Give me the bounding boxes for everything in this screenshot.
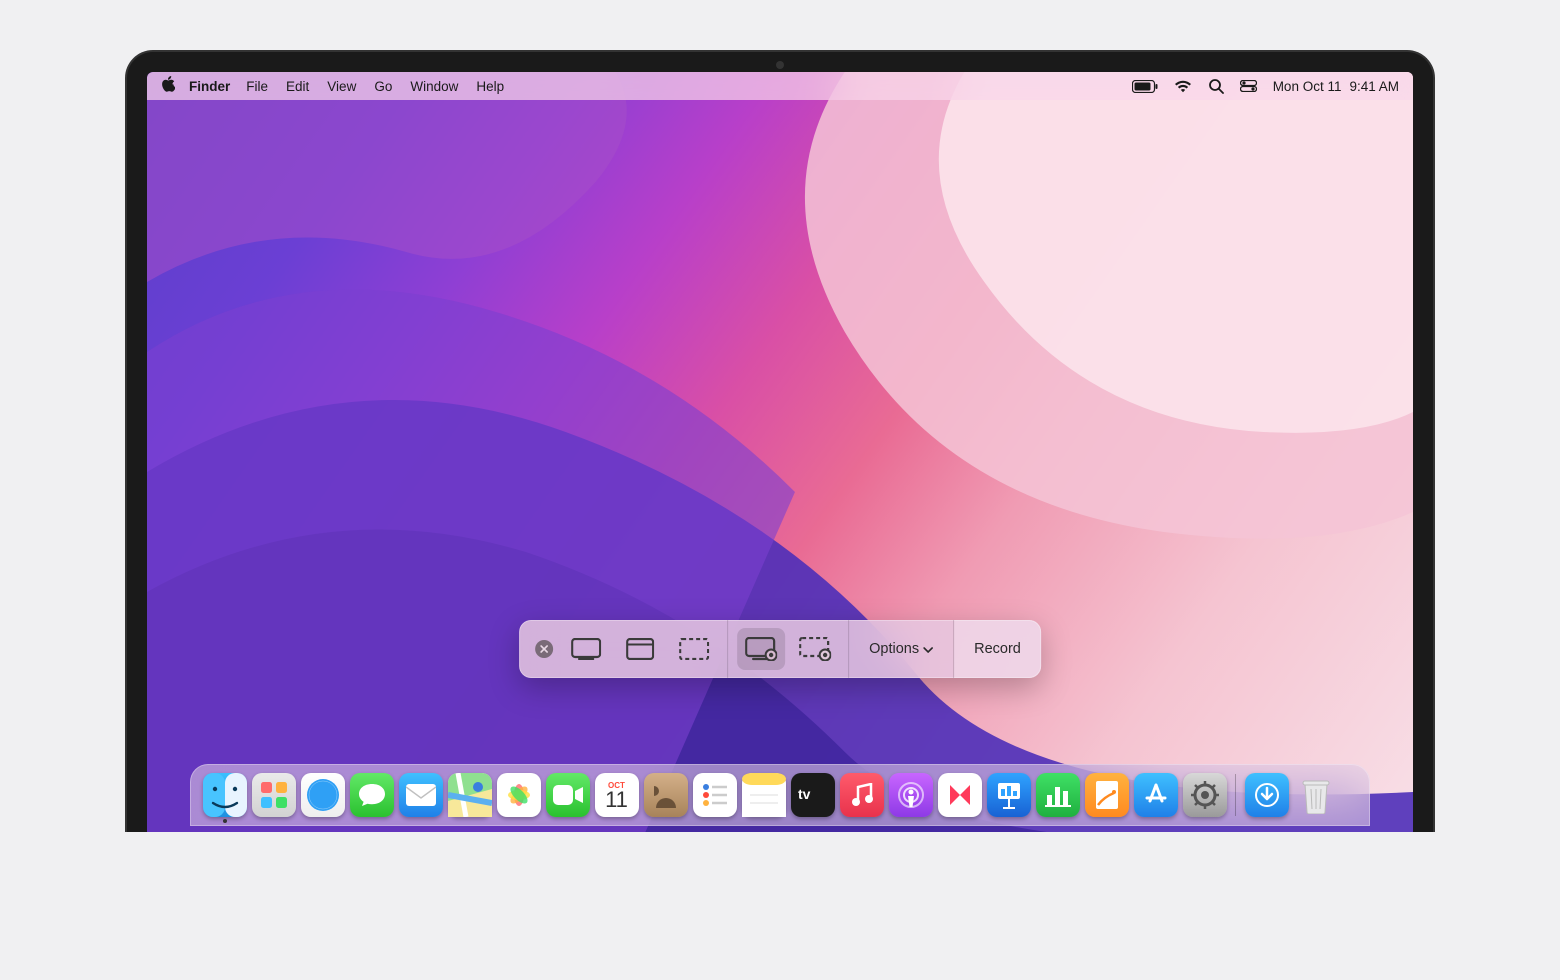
menu-bar: Finder File Edit View Go Window Help [147, 72, 1413, 100]
dock-app-mail[interactable] [399, 773, 443, 817]
dock-app-photos[interactable] [497, 773, 541, 817]
wallpaper [147, 72, 1413, 832]
dock-app-safari[interactable] [301, 773, 345, 817]
dock: OCT 11 tv [190, 764, 1370, 826]
record-label: Record [974, 641, 1021, 657]
dock-app-messages[interactable] [350, 773, 394, 817]
active-app-name[interactable]: Finder [189, 79, 230, 94]
options-button[interactable]: Options [849, 620, 953, 678]
screenshot-toolbar: Options Record [519, 620, 1041, 678]
dock-app-pages[interactable] [1085, 773, 1129, 817]
menu-edit[interactable]: Edit [286, 79, 309, 94]
spotlight-icon[interactable] [1208, 78, 1224, 94]
options-label: Options [869, 641, 919, 657]
close-button[interactable] [535, 640, 553, 658]
dock-app-maps[interactable] [448, 773, 492, 817]
dock-app-news[interactable] [938, 773, 982, 817]
dock-app-facetime[interactable] [546, 773, 590, 817]
dock-app-contacts[interactable] [644, 773, 688, 817]
capture-window-button[interactable] [616, 628, 664, 670]
calendar-day: 11 [605, 789, 628, 811]
dock-container: OCT 11 tv [190, 764, 1370, 832]
dock-app-numbers[interactable] [1036, 773, 1080, 817]
menu-file[interactable]: File [246, 79, 268, 94]
dock-app-keynote[interactable] [987, 773, 1031, 817]
capture-entire-screen-button[interactable] [562, 628, 610, 670]
chevron-down-icon [923, 641, 933, 657]
record-entire-screen-button[interactable] [737, 628, 785, 670]
capture-portion-button[interactable] [670, 628, 718, 670]
dock-app-finder[interactable] [203, 773, 247, 817]
menu-view[interactable]: View [327, 79, 356, 94]
desktop-screen: Finder File Edit View Go Window Help [147, 72, 1413, 832]
menu-help[interactable]: Help [476, 79, 504, 94]
wifi-icon[interactable] [1174, 79, 1192, 93]
dock-trash[interactable] [1294, 773, 1338, 817]
battery-icon[interactable] [1132, 80, 1158, 93]
laptop-bezel: Finder File Edit View Go Window Help [125, 50, 1435, 832]
svg-text:tv: tv [798, 786, 811, 802]
record-portion-button[interactable] [791, 628, 839, 670]
laptop-frame: Finder File Edit View Go Window Help [125, 50, 1435, 832]
dock-app-tv[interactable]: tv [791, 773, 835, 817]
menu-go[interactable]: Go [374, 79, 392, 94]
camera-dot [776, 61, 784, 69]
tv-icon: tv [798, 786, 828, 805]
dock-app-podcasts[interactable] [889, 773, 933, 817]
dock-app-music[interactable] [840, 773, 884, 817]
menubar-date[interactable]: Mon Oct 11 [1273, 79, 1342, 94]
dock-app-calendar[interactable]: OCT 11 [595, 773, 639, 817]
apple-menu-icon[interactable] [161, 76, 175, 96]
control-center-icon[interactable] [1240, 80, 1257, 92]
dock-app-reminders[interactable] [693, 773, 737, 817]
record-button[interactable]: Record [954, 620, 1041, 678]
dock-app-system-preferences[interactable] [1183, 773, 1227, 817]
dock-downloads[interactable] [1245, 773, 1289, 817]
dock-app-launchpad[interactable] [252, 773, 296, 817]
dock-app-notes[interactable] [742, 773, 786, 817]
menubar-time[interactable]: 9:41 AM [1349, 79, 1399, 94]
dock-app-appstore[interactable] [1134, 773, 1178, 817]
active-indicator [223, 819, 227, 823]
menu-window[interactable]: Window [410, 79, 458, 94]
dock-separator [1235, 774, 1236, 816]
